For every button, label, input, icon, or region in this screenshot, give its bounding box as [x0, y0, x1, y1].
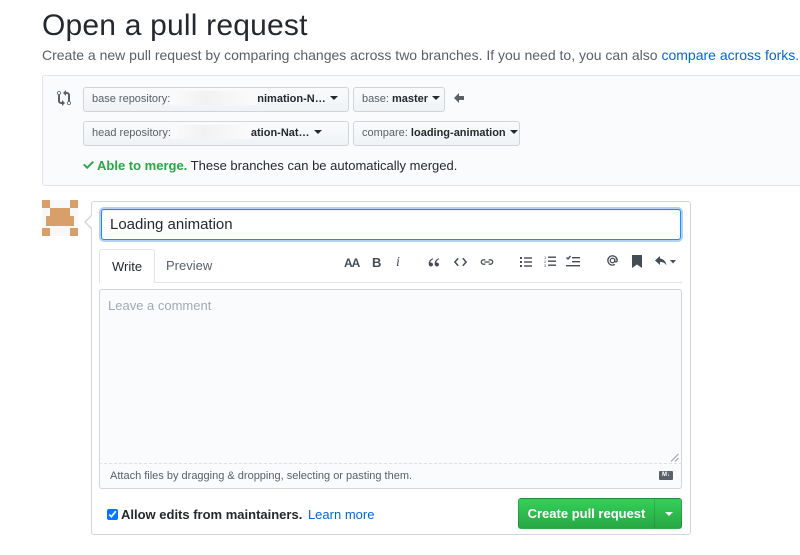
page-title: Open a pull request [42, 9, 308, 42]
chevron-down-icon [432, 96, 441, 101]
saved-replies-button[interactable] [632, 255, 642, 275]
ordered-list-tool-button[interactable]: 123 [544, 255, 556, 275]
reply-dropdown-button[interactable] [655, 256, 677, 276]
link-icon [480, 259, 494, 265]
merge-status: Able to merge. These branches can be aut… [83, 158, 457, 173]
mention-tool-button[interactable] [606, 254, 619, 274]
chevron-down-icon [509, 130, 518, 135]
git-compare-icon [57, 90, 71, 106]
header-tool-button[interactable]: AA [344, 253, 360, 273]
learn-more-link[interactable]: Learn more [308, 507, 374, 522]
merge-ok-label: Able to merge. [97, 158, 188, 173]
editor-tabs: Write Preview [92, 249, 690, 283]
quote-icon [428, 258, 440, 267]
compare-across-forks-link[interactable]: compare across forks [661, 47, 795, 63]
head-repository-label: head repository: [92, 127, 171, 139]
code-icon [454, 257, 467, 267]
file-attachment-bar[interactable]: Attach files by dragging & dropping, sel… [99, 463, 682, 489]
avatar[interactable] [42, 200, 78, 236]
base-branch-label: base: [362, 93, 389, 105]
allow-edits-checkbox[interactable] [107, 509, 118, 520]
merge-status-text: These branches can be automatically merg… [187, 158, 458, 173]
create-pull-request-button[interactable]: Create pull request [518, 498, 655, 529]
reply-icon [655, 256, 676, 266]
bold-tool-button[interactable]: B [372, 253, 381, 273]
compare-branch-label: compare: [362, 127, 408, 139]
pull-request-form: Write Preview AA B i 123 Attach files by… [84, 201, 691, 535]
bookmark-icon [632, 255, 642, 268]
check-icon [83, 161, 94, 170]
base-branch-value: master [391, 93, 429, 105]
task-list-icon [566, 255, 580, 267]
code-tool-button[interactable] [454, 257, 467, 277]
tab-write[interactable]: Write [99, 249, 156, 283]
head-repository-value: ation-Nat… [250, 127, 310, 139]
unordered-list-icon [520, 257, 532, 267]
unordered-list-tool-button[interactable] [520, 256, 532, 276]
mention-icon [607, 255, 618, 266]
comment-body-textarea[interactable] [99, 289, 682, 463]
arrow-left-icon [454, 93, 464, 103]
chevron-down-icon [329, 96, 338, 101]
compare-branch-value: loading-animation [410, 127, 506, 139]
range-editor: base repository: nimation-N… base: master… [42, 75, 800, 186]
pr-title-input[interactable] [101, 209, 681, 240]
italic-tool-button[interactable]: i [396, 253, 400, 273]
allow-edits-option[interactable]: Allow edits from maintainers. Learn more [107, 507, 374, 522]
base-repository-value: nimation-N… [257, 93, 326, 105]
attach-files-text: Attach files by dragging & dropping, sel… [110, 470, 413, 482]
markdown-icon[interactable]: M↓ [659, 471, 673, 480]
svg-text:3: 3 [544, 263, 547, 268]
chevron-down-icon [313, 130, 322, 135]
base-repository-select[interactable]: base repository: nimation-N… [83, 87, 349, 112]
allow-edits-label: Allow edits from maintainers. [121, 507, 303, 522]
tab-preview[interactable]: Preview [154, 249, 224, 283]
link-tool-button[interactable] [480, 257, 494, 277]
compare-branch-select[interactable]: compare: loading-animation [353, 121, 520, 146]
resize-handle-icon[interactable] [670, 453, 679, 462]
base-repository-label: base repository: [92, 93, 171, 105]
ordered-list-icon: 123 [544, 255, 556, 268]
chevron-down-icon [665, 512, 673, 516]
create-options-dropdown[interactable] [654, 498, 682, 529]
base-branch-select[interactable]: base: master [353, 87, 445, 112]
task-list-tool-button[interactable] [566, 255, 580, 275]
subtitle-text: Create a new pull request by comparing c… [42, 47, 662, 63]
subtitle-end: . [795, 47, 800, 63]
page-subtitle: Create a new pull request by comparing c… [42, 47, 799, 63]
head-repository-select[interactable]: head repository: ation-Nat… [83, 121, 349, 146]
quote-tool-button[interactable] [428, 257, 440, 277]
